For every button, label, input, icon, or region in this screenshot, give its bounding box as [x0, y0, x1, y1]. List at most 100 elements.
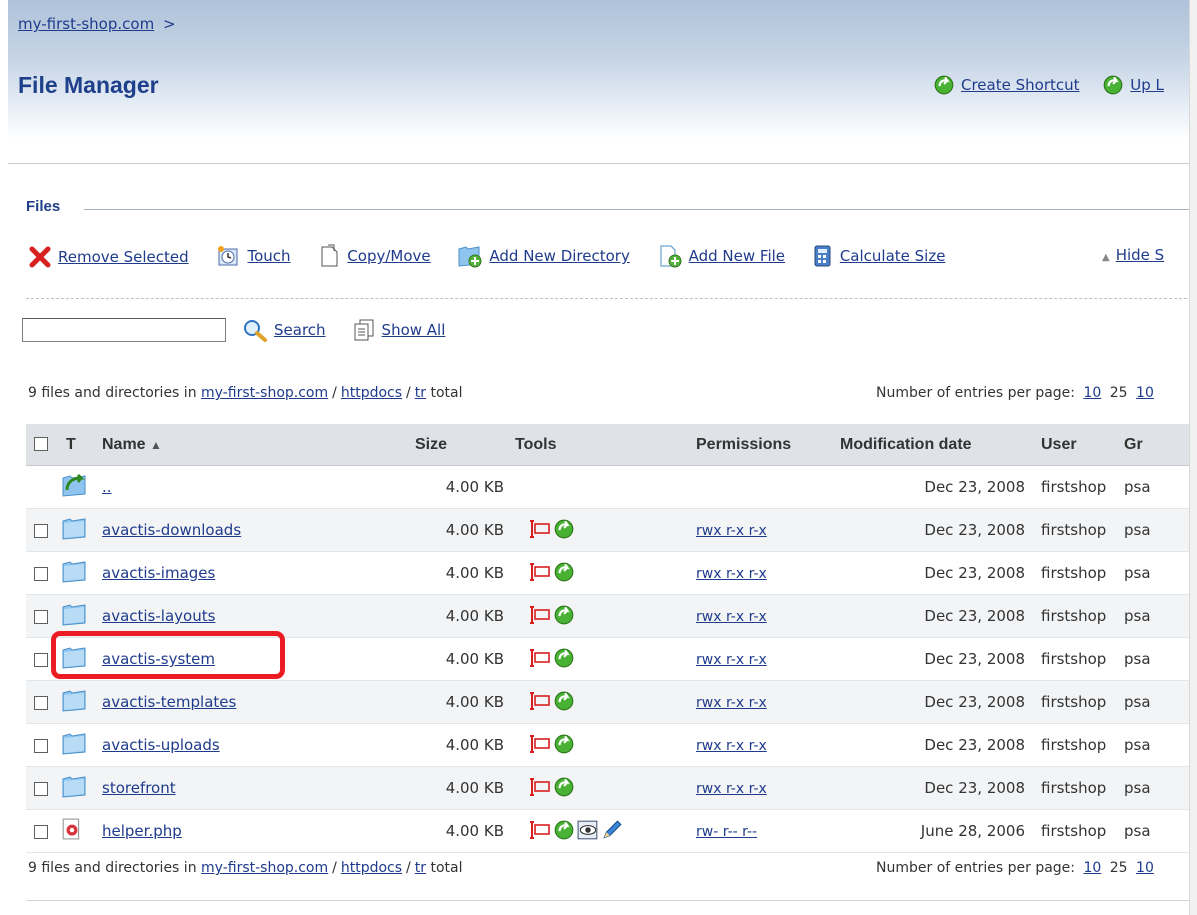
folder-icon	[61, 773, 87, 799]
permissions-link[interactable]: rwx r-x r-x	[696, 523, 767, 539]
view-file-eye-icon[interactable]	[577, 819, 599, 841]
row-checkbox[interactable]	[34, 566, 48, 581]
add-new-file-button[interactable]: Add New File	[657, 244, 785, 268]
folder-icon	[61, 644, 87, 670]
path-link-httpdocs[interactable]: httpdocs	[341, 385, 402, 401]
file-name-link[interactable]: helper.php	[102, 822, 182, 840]
rename-icon[interactable]	[529, 691, 551, 711]
file-name-link[interactable]: avactis-system	[102, 650, 215, 668]
change-permissions-icon[interactable]	[553, 690, 575, 712]
type-cell	[60, 809, 92, 853]
name-cell: avactis-images	[92, 551, 414, 595]
path-link-domain[interactable]: my-first-shop.com	[201, 385, 328, 401]
path-separator: /	[332, 860, 337, 876]
tools-cell	[514, 508, 684, 552]
change-permissions-icon[interactable]	[553, 604, 575, 626]
summary-line-top: 9 files and directories in my-first-shop…	[28, 385, 462, 401]
folder-icon	[61, 687, 87, 713]
collapse-triangle-icon: ▲	[1102, 252, 1110, 263]
change-permissions-icon[interactable]	[553, 647, 575, 669]
column-name[interactable]: Name ▲	[92, 424, 414, 466]
size-cell: 4.00 KB	[414, 551, 514, 595]
rename-icon[interactable]	[529, 777, 551, 797]
path-link-tr[interactable]: tr	[415, 385, 426, 401]
rename-icon[interactable]	[529, 562, 551, 582]
row-checkbox[interactable]	[34, 781, 48, 796]
row-checkbox[interactable]	[34, 738, 48, 753]
permissions-link[interactable]: rwx r-x r-x	[696, 781, 767, 797]
row-checkbox[interactable]	[34, 695, 48, 710]
table-row: storefront 4.00 KB rwx r-x r-x Dec 23, 2…	[26, 766, 1197, 810]
rename-icon[interactable]	[529, 820, 551, 840]
permissions-link[interactable]: rwx r-x r-x	[696, 609, 767, 625]
column-modification-date[interactable]: Modification date	[839, 424, 1031, 466]
table-row: avactis-downloads 4.00 KB rwx r-x r-x De…	[26, 508, 1197, 552]
change-permissions-icon[interactable]	[553, 561, 575, 583]
file-name-link[interactable]: avactis-layouts	[102, 607, 215, 625]
change-permissions-icon[interactable]	[553, 733, 575, 755]
column-group[interactable]: Gr	[1116, 424, 1197, 466]
per-page-option-10[interactable]: 10	[1083, 860, 1101, 876]
path-link-httpdocs[interactable]: httpdocs	[341, 860, 402, 876]
file-name-link[interactable]: avactis-templates	[102, 693, 236, 711]
permissions-link[interactable]: rwx r-x r-x	[696, 566, 767, 582]
hide-search-toggle[interactable]: ▲ Hide S	[1102, 246, 1164, 264]
select-all-checkbox[interactable]	[34, 437, 48, 452]
permissions-link[interactable]: rwx r-x r-x	[696, 695, 767, 711]
row-checkbox[interactable]	[34, 824, 48, 839]
permissions-link[interactable]: rw- r-- r--	[696, 824, 757, 840]
permissions-link[interactable]: rwx r-x r-x	[696, 652, 767, 668]
change-permissions-icon[interactable]	[553, 776, 575, 798]
column-size[interactable]: Size	[414, 424, 514, 466]
per-page-option-100[interactable]: 10	[1136, 385, 1154, 401]
search-button[interactable]: Search	[242, 318, 326, 342]
copy-move-button[interactable]: Copy/Move	[317, 244, 431, 268]
change-permissions-icon[interactable]	[553, 819, 575, 841]
row-checkbox[interactable]	[34, 523, 48, 538]
row-checkbox[interactable]	[34, 652, 48, 667]
rename-icon[interactable]	[529, 734, 551, 754]
rename-icon[interactable]	[529, 605, 551, 625]
column-permissions[interactable]: Permissions	[684, 424, 839, 466]
row-checkbox[interactable]	[34, 609, 48, 624]
size-cell: 4.00 KB	[414, 637, 514, 681]
remove-selected-button[interactable]: Remove Selected	[28, 246, 189, 268]
edit-pencil-icon[interactable]	[601, 819, 623, 841]
summary-line-bottom: 9 files and directories in my-first-shop…	[28, 860, 462, 876]
breadcrumb-link-domain[interactable]: my-first-shop.com	[18, 15, 154, 33]
user-cell: firstshop	[1031, 766, 1116, 810]
per-page-option-10[interactable]: 10	[1083, 385, 1101, 401]
path-separator: /	[332, 385, 337, 401]
touch-button[interactable]: Touch	[215, 244, 291, 268]
up-level-button[interactable]: Up L	[1102, 74, 1164, 96]
file-name-link[interactable]: avactis-uploads	[102, 736, 220, 754]
change-permissions-icon[interactable]	[553, 518, 575, 540]
add-new-directory-button[interactable]: Add New Directory	[457, 244, 630, 268]
search-bar: Search Show All	[22, 318, 471, 342]
column-user[interactable]: User	[1031, 424, 1116, 466]
path-link-domain[interactable]: my-first-shop.com	[201, 860, 328, 876]
path-link-tr[interactable]: tr	[415, 860, 426, 876]
select-all-cell	[26, 424, 60, 466]
add-file-icon	[660, 245, 682, 268]
search-input[interactable]	[22, 318, 226, 342]
permissions-link[interactable]: rwx r-x r-x	[696, 738, 767, 754]
column-type[interactable]: T	[60, 424, 92, 466]
create-shortcut-button[interactable]: Create Shortcut	[933, 74, 1080, 96]
per-page-option-100[interactable]: 10	[1136, 860, 1154, 876]
group-cell: psa	[1116, 508, 1197, 552]
rename-icon[interactable]	[529, 648, 551, 668]
file-table: T Name ▲ Size Tools Permissions Modifica…	[26, 424, 1197, 853]
date-cell: Dec 23, 2008	[839, 680, 1031, 724]
rename-icon[interactable]	[529, 519, 551, 539]
calculate-size-button[interactable]: Calculate Size	[812, 244, 945, 268]
file-name-link[interactable]: avactis-images	[102, 564, 215, 582]
show-all-button[interactable]: Show All	[352, 318, 445, 342]
file-name-link[interactable]: ..	[102, 478, 112, 496]
summary-prefix: 9 files and directories in	[28, 860, 197, 876]
file-name-link[interactable]: avactis-downloads	[102, 521, 241, 539]
file-name-link[interactable]: storefront	[102, 779, 176, 797]
per-page-option-25[interactable]: 25	[1110, 385, 1128, 401]
per-page-option-25[interactable]: 25	[1110, 860, 1128, 876]
tools-cell	[514, 766, 684, 810]
